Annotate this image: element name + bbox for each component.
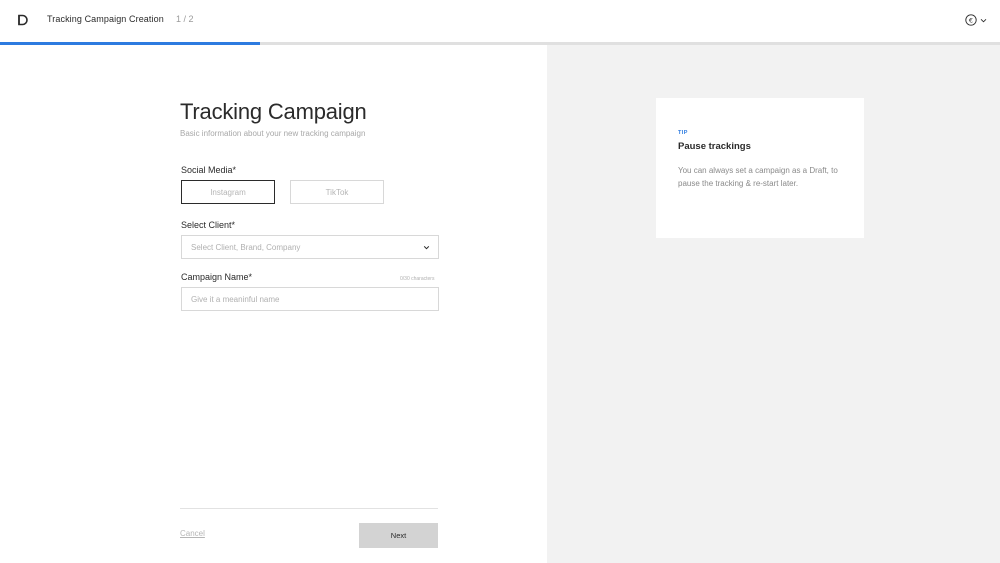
character-counter: 0/30 characters bbox=[400, 276, 435, 282]
tip-panel: TIP Pause trackings You can always set a… bbox=[547, 45, 1000, 563]
select-client-label: Select Client* bbox=[181, 220, 236, 230]
tip-body: You can always set a campaign as a Draft… bbox=[678, 166, 838, 188]
tip-title: Pause trackings bbox=[678, 141, 751, 152]
tip-card: TIP Pause trackings You can always set a… bbox=[656, 98, 864, 238]
app-title: Tracking Campaign Creation bbox=[47, 14, 164, 24]
account-menu[interactable]: € bbox=[965, 13, 987, 27]
next-button[interactable]: Next bbox=[359, 523, 438, 548]
tiktok-option[interactable]: TikTok bbox=[290, 180, 384, 204]
svg-text:€: € bbox=[969, 16, 973, 24]
divider bbox=[180, 508, 438, 509]
client-select-placeholder: Select Client, Brand, Company bbox=[191, 243, 301, 252]
campaign-name-input[interactable] bbox=[181, 287, 439, 311]
currency-euro-icon: € bbox=[965, 14, 977, 26]
page-subtitle: Basic information about your new trackin… bbox=[180, 129, 366, 138]
chevron-down-icon bbox=[980, 18, 987, 22]
campaign-name-label: Campaign Name* bbox=[181, 272, 253, 282]
cancel-link[interactable]: Cancel bbox=[180, 529, 205, 538]
client-select[interactable]: Select Client, Brand, Company bbox=[181, 235, 439, 259]
step-indicator: 1 / 2 bbox=[176, 14, 194, 24]
tip-tag: TIP bbox=[678, 130, 688, 136]
chevron-down-icon bbox=[423, 246, 430, 250]
instagram-option[interactable]: Instagram bbox=[181, 180, 275, 204]
page-title: Tracking Campaign bbox=[180, 99, 367, 124]
top-bar: Tracking Campaign Creation 1 / 2 € bbox=[0, 0, 1000, 42]
logo-d-icon[interactable] bbox=[17, 14, 29, 26]
form-panel: Tracking Campaign Basic information abou… bbox=[0, 45, 547, 563]
social-media-label: Social Media* bbox=[181, 165, 237, 175]
